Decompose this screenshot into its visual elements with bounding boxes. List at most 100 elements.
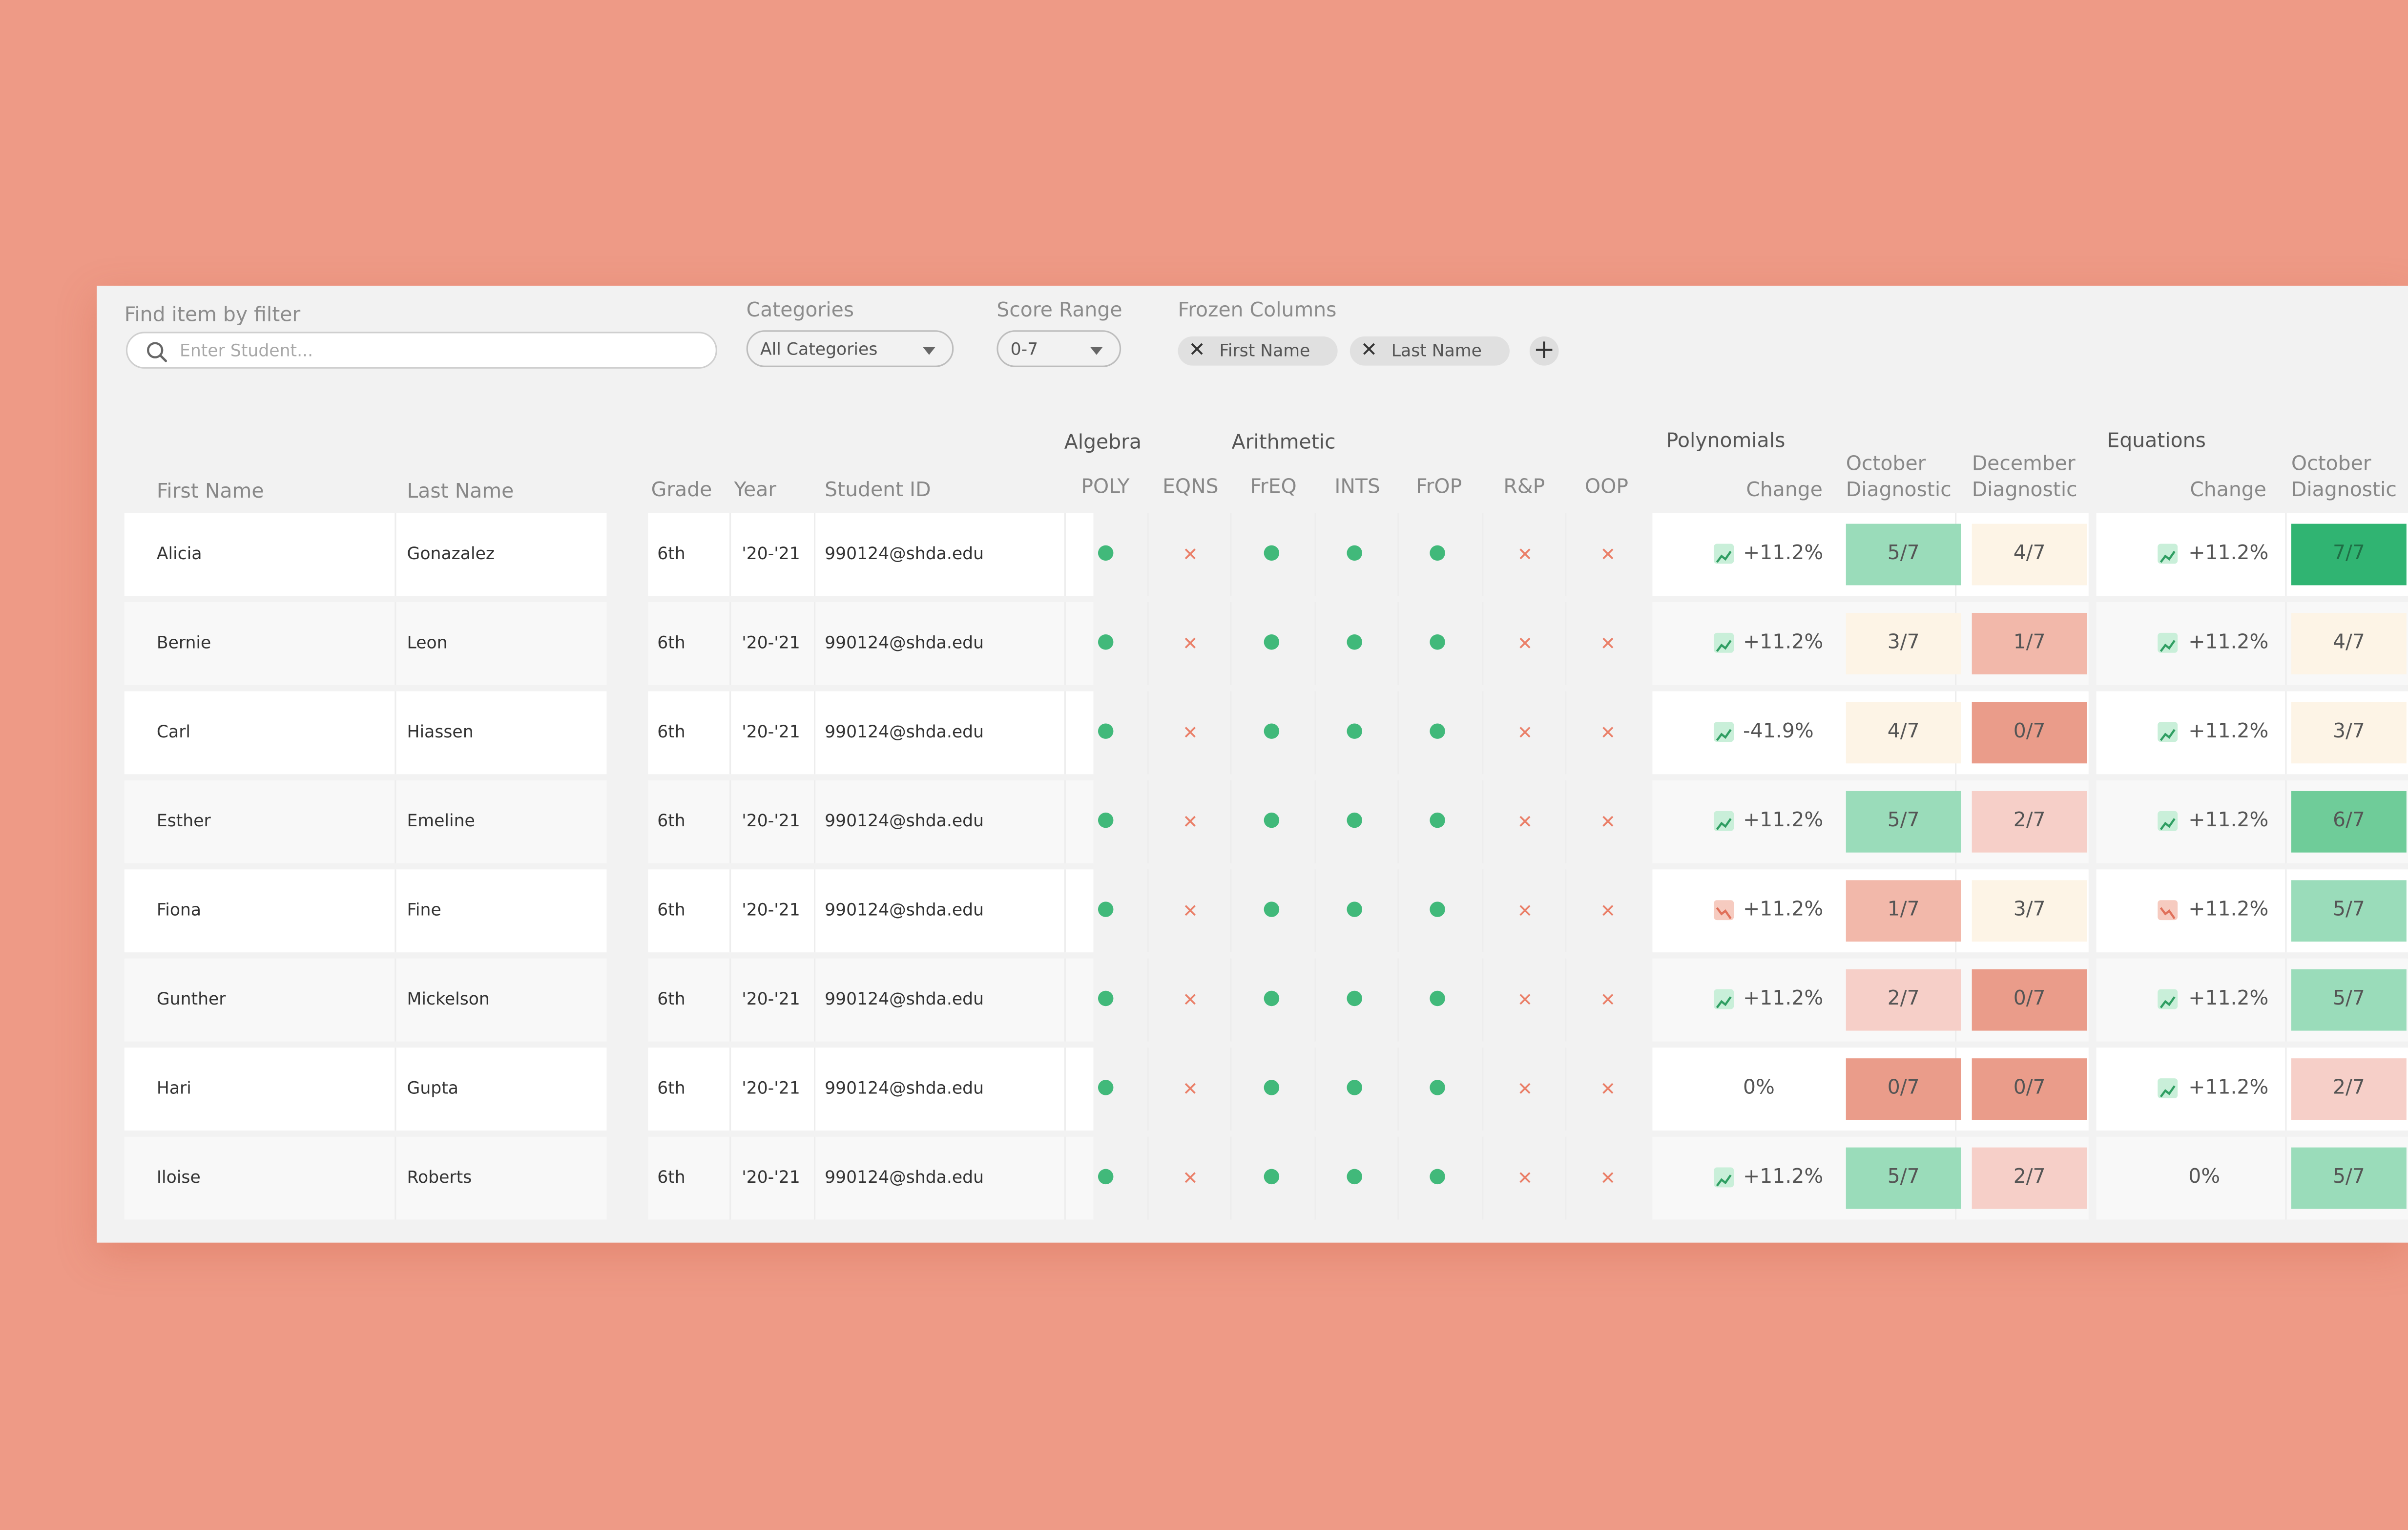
poly-dec-score[interactable]: 4/7 — [1972, 524, 2087, 586]
col-header-grade[interactable]: Grade — [651, 479, 712, 502]
cell-divider — [1397, 602, 1399, 685]
cell-divider — [1064, 780, 1066, 863]
eq-oct-score[interactable]: 5/7 — [2291, 880, 2407, 942]
trend-down-icon — [1714, 900, 1734, 921]
cell-divider — [729, 1048, 731, 1131]
poly-dec-score[interactable]: 3/7 — [1972, 880, 2087, 942]
not-mastered-x-icon: ✕ — [1182, 900, 1198, 922]
poly-oct-score[interactable]: 2/7 — [1846, 969, 1961, 1031]
search-input[interactable]: Enter Student... — [125, 332, 717, 369]
table-row[interactable]: Iloise Roberts 6th '20-'21 990124@shda.edu ✕ ✕… — [97, 1136, 2408, 1220]
col-header-poly-oct-2[interactable]: Diagnostic — [1846, 479, 1951, 502]
col-header-poly-dec-1[interactable]: December — [1972, 453, 2076, 476]
poly-dec-score[interactable]: 2/7 — [1972, 791, 2087, 853]
col-header-poly-oct-1[interactable]: October — [1846, 453, 1926, 476]
col-header-eqns[interactable]: EQNS — [1162, 476, 1219, 499]
col-header-last-name[interactable]: Last Name — [407, 481, 514, 504]
poly-dec-score[interactable]: 0/7 — [1972, 1058, 2087, 1120]
col-header-eq-change[interactable]: Change — [2190, 479, 2266, 502]
trend-up-icon — [2158, 1078, 2178, 1098]
close-icon[interactable]: ✕ — [1361, 338, 1377, 364]
eq-oct-score[interactable]: 5/7 — [2291, 1147, 2407, 1209]
table-row[interactable]: Bernie Leon 6th '20-'21 990124@shda.edu ✕ ✕ ✕ +1… — [97, 602, 2408, 685]
mastered-dot-icon — [1264, 545, 1280, 561]
trend-up-icon — [1714, 544, 1734, 564]
cell-first-name: Fiona — [156, 900, 202, 921]
eq-oct-score[interactable]: 4/7 — [2291, 613, 2407, 674]
poly-oct-score[interactable]: 4/7 — [1846, 702, 1961, 764]
col-header-student-id[interactable]: Student ID — [825, 479, 931, 502]
poly-change-value: +11.2% — [1743, 899, 1824, 922]
col-header-frop[interactable]: FrOP — [1416, 476, 1462, 499]
not-mastered-x-icon: ✕ — [1517, 900, 1533, 922]
poly-change-value: +11.2% — [1743, 1166, 1824, 1189]
mastered-dot-icon — [1264, 1080, 1280, 1095]
col-header-poly[interactable]: POLY — [1081, 476, 1129, 499]
col-header-poly-change[interactable]: Change — [1746, 479, 1823, 502]
col-header-first-name[interactable]: First Name — [157, 481, 264, 504]
cell-divider — [1397, 780, 1399, 863]
mastered-dot-icon — [1098, 990, 1114, 1006]
not-mastered-x-icon: ✕ — [1182, 989, 1198, 1011]
poly-oct-score[interactable]: 3/7 — [1846, 613, 1961, 674]
cell-divider — [1565, 602, 1567, 685]
close-icon[interactable]: ✕ — [1189, 338, 1205, 364]
mastered-dot-icon — [1347, 634, 1362, 650]
trend-up-icon — [1714, 722, 1734, 742]
cell-divider — [1565, 780, 1567, 863]
not-mastered-x-icon: ✕ — [1182, 544, 1198, 566]
cell-divider — [814, 513, 816, 596]
mastered-dot-icon — [1264, 990, 1280, 1006]
poly-dec-score[interactable]: 1/7 — [1972, 613, 2087, 674]
frozen-chip-last-name: ✕ Last Name — [1349, 336, 1510, 366]
col-header-eq-oct-2[interactable]: Diagnostic — [2291, 479, 2397, 502]
poly-oct-score[interactable]: 5/7 — [1846, 1147, 1961, 1209]
col-header-freq[interactable]: FrEQ — [1250, 476, 1296, 499]
table-row[interactable]: Esther Emeline 6th '20-'21 990124@shda.edu ✕ ✕… — [97, 780, 2408, 863]
not-mastered-x-icon: ✕ — [1517, 1167, 1533, 1189]
not-mastered-x-icon: ✕ — [1600, 1078, 1616, 1100]
add-frozen-column-button[interactable]: + — [1529, 335, 1559, 366]
poly-change-value: 0% — [1743, 1076, 1775, 1100]
cell-year: '20-'21 — [742, 900, 800, 921]
poly-dec-score[interactable]: 2/7 — [1972, 1147, 2087, 1209]
mastered-dot-icon — [1264, 1169, 1280, 1185]
table-row[interactable]: Carl Hiassen 6th '20-'21 990124@shda.edu ✕ ✕ ✕ -… — [97, 691, 2408, 775]
poly-dec-score[interactable]: 0/7 — [1972, 702, 2087, 764]
poly-oct-score[interactable]: 5/7 — [1846, 791, 1961, 853]
score-range-select[interactable]: 0-7 — [996, 330, 1121, 367]
col-header-eq-oct-1[interactable]: October — [2291, 453, 2371, 476]
table-row[interactable]: Alicia Gonazalez 6th '20-'21 990124@shda.edu… — [97, 513, 2408, 596]
trend-up-icon — [1714, 1167, 1734, 1188]
table-row[interactable]: Hari Gupta 6th '20-'21 990124@shda.edu ✕ ✕ ✕ 0% 0… — [97, 1048, 2408, 1131]
eq-oct-score[interactable]: 6/7 — [2291, 791, 2407, 853]
not-mastered-x-icon: ✕ — [1517, 632, 1533, 654]
cell-first-name: Alicia — [156, 544, 202, 564]
table-row[interactable]: Fiona Fine 6th '20-'21 990124@shda.edu ✕ ✕ ✕ +11… — [97, 869, 2408, 953]
cell-grade: 6th — [657, 632, 685, 653]
eq-oct-score[interactable]: 2/7 — [2291, 1058, 2407, 1120]
cell-divider — [1482, 780, 1484, 863]
col-header-ints[interactable]: INTS — [1334, 476, 1380, 499]
poly-oct-score[interactable]: 5/7 — [1846, 524, 1961, 586]
col-header-oop[interactable]: OOP — [1585, 476, 1628, 499]
poly-dec-score[interactable]: 0/7 — [1972, 969, 2087, 1031]
table-row[interactable]: Gunther Mickelson 6th '20-'21 990124@shda.ed… — [97, 958, 2408, 1042]
chevron-down-icon — [923, 347, 935, 355]
categories-label: Categories — [746, 299, 854, 323]
cell-divider — [394, 869, 396, 953]
trend-up-icon — [1714, 811, 1734, 831]
col-header-year[interactable]: Year — [734, 479, 777, 502]
categories-select[interactable]: All Categories — [746, 330, 954, 367]
eq-oct-score[interactable]: 7/7 — [2291, 524, 2407, 586]
cell-last-name: Roberts — [407, 1167, 472, 1188]
group-header-arithmetic: Arithmetic — [1231, 431, 1336, 455]
poly-oct-score[interactable]: 1/7 — [1846, 880, 1961, 942]
cell-divider — [1314, 691, 1316, 775]
cell-student-id: 990124@shda.edu — [825, 1167, 984, 1188]
poly-oct-score[interactable]: 0/7 — [1846, 1058, 1961, 1120]
eq-oct-score[interactable]: 5/7 — [2291, 969, 2407, 1031]
eq-oct-score[interactable]: 3/7 — [2291, 702, 2407, 764]
col-header-rp[interactable]: R&P — [1503, 476, 1545, 499]
col-header-poly-dec-2[interactable]: Diagnostic — [1972, 479, 2077, 502]
